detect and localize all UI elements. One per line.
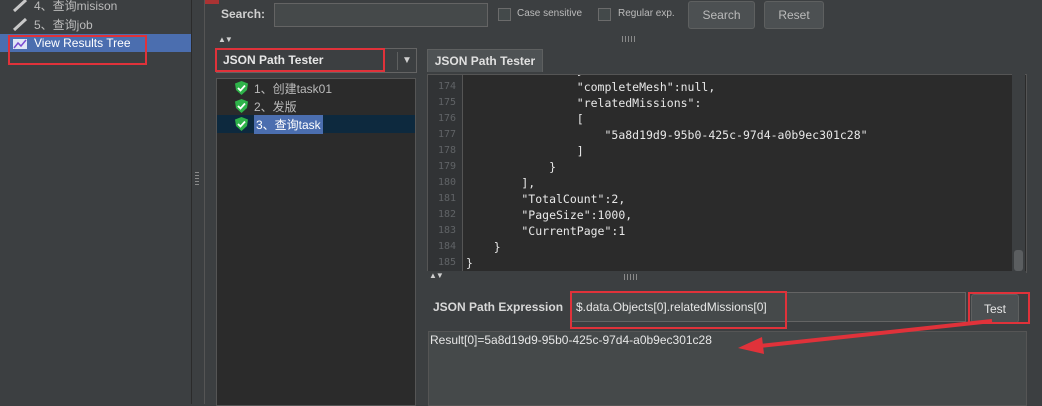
- reset-button[interactable]: Reset: [764, 1, 824, 29]
- code-line: "relatedMissions":: [466, 96, 702, 110]
- success-shield-icon: [235, 81, 248, 95]
- tree-item-query-mission[interactable]: 4、查询misison: [12, 0, 117, 14]
- split-divider[interactable]: [191, 0, 205, 404]
- tree-item-label: 5、查询job: [34, 17, 93, 32]
- tree-item-label: 4、查询misison: [34, 0, 118, 13]
- line-number-gutter: 174 175 176 177 178 179 180 181 182 183 184 185: [428, 75, 463, 272]
- line-number: 176: [437, 113, 456, 124]
- split-grip[interactable]: [195, 172, 199, 186]
- horizontal-grip[interactable]: [622, 36, 636, 42]
- line-number: 183: [437, 225, 456, 236]
- code-line: "PageSize":1000,: [466, 208, 633, 222]
- test-plan-tree: 4、查询misison 5、查询job View Results Tree: [0, 0, 191, 404]
- success-shield-icon: [235, 117, 248, 131]
- splitter-arrows[interactable]: ▲▼: [429, 271, 444, 280]
- line-number: 182: [437, 209, 456, 220]
- line-number: 180: [437, 177, 456, 188]
- sample-item-create-task[interactable]: 1、创建task01: [235, 79, 332, 97]
- case-sensitive-checkbox[interactable]: [498, 8, 511, 21]
- sample-label: 1、创建task01: [254, 81, 333, 96]
- editor-vertical-scrollbar[interactable]: [1012, 74, 1025, 271]
- annotation-arrow: [738, 319, 993, 354]
- search-input[interactable]: [274, 3, 488, 27]
- top-marker: [205, 0, 219, 4]
- renderer-select[interactable]: JSON Path Tester ▼: [216, 48, 417, 73]
- tree-item-view-results-tree[interactable]: View Results Tree: [0, 34, 191, 52]
- search-bar: Search: Case sensitive Regular exp. Sear…: [205, 0, 1042, 30]
- line-number: 179: [437, 161, 456, 172]
- code-line: "CurrentPage":1: [466, 224, 626, 238]
- code-line: "completeMesh":null,: [466, 80, 716, 94]
- regular-exp-label: Regular exp.: [618, 8, 675, 19]
- code-line: }: [466, 160, 557, 174]
- code-line: }: [466, 240, 501, 254]
- pipette-icon: [12, 17, 28, 31]
- sample-item-release[interactable]: 2、发版: [235, 97, 297, 115]
- code-line: }: [466, 75, 584, 77]
- sample-label: 2、发版: [254, 99, 297, 114]
- pipette-icon: [12, 0, 28, 12]
- code-line: ]: [466, 144, 584, 158]
- tab-json-path-tester[interactable]: JSON Path Tester: [427, 49, 543, 72]
- sample-result-list: 1、创建task01 2、发版 3、查询task: [216, 78, 416, 406]
- expression-label: JSON Path Expression: [433, 300, 564, 314]
- collapse-arrows[interactable]: ▲▼: [218, 35, 233, 44]
- response-editor[interactable]: 174 175 176 177 178 179 180 181 182 183 184 185 } "…: [427, 74, 1027, 273]
- code-line: "TotalCount":2,: [466, 192, 626, 206]
- line-number: 185: [437, 257, 456, 268]
- line-number: 174: [437, 81, 456, 92]
- sample-item-query-task[interactable]: 3、查询task: [235, 114, 323, 134]
- expression-value: $.data.Objects[0].relatedMissions[0]: [576, 300, 767, 314]
- splitter-grip[interactable]: [624, 274, 638, 280]
- regular-exp-checkbox[interactable]: [598, 8, 611, 21]
- case-sensitive-label: Case sensitive: [517, 8, 583, 19]
- result-text: Result[0]=5a8d19d9-95b0-425c-97d4-a0b9ec…: [430, 333, 712, 347]
- line-number: 178: [437, 145, 456, 156]
- line-number: 184: [437, 241, 456, 252]
- success-shield-icon: [235, 99, 248, 113]
- tree-item-query-job[interactable]: 5、查询job: [12, 15, 93, 33]
- scrollbar-thumb[interactable]: [1014, 250, 1023, 271]
- line-number: 177: [437, 129, 456, 140]
- graph-icon: [13, 39, 27, 49]
- code-line: "5a8d19d9-95b0-425c-97d4-a0b9ec301c28": [466, 128, 868, 142]
- code-line: ],: [466, 176, 536, 190]
- search-button[interactable]: Search: [688, 1, 755, 29]
- search-label: Search:: [221, 7, 266, 21]
- code-line: [: [466, 112, 584, 126]
- code-line: }: [466, 256, 473, 270]
- tree-item-label: View Results Tree: [34, 36, 131, 50]
- chevron-down-icon[interactable]: ▼: [397, 52, 416, 70]
- line-number: 181: [437, 193, 456, 204]
- renderer-selected-label: JSON Path Tester: [223, 53, 324, 67]
- line-number: 175: [437, 97, 456, 108]
- sample-label: 3、查询task: [254, 114, 323, 134]
- editor-splitter[interactable]: ▲▼: [426, 271, 1026, 283]
